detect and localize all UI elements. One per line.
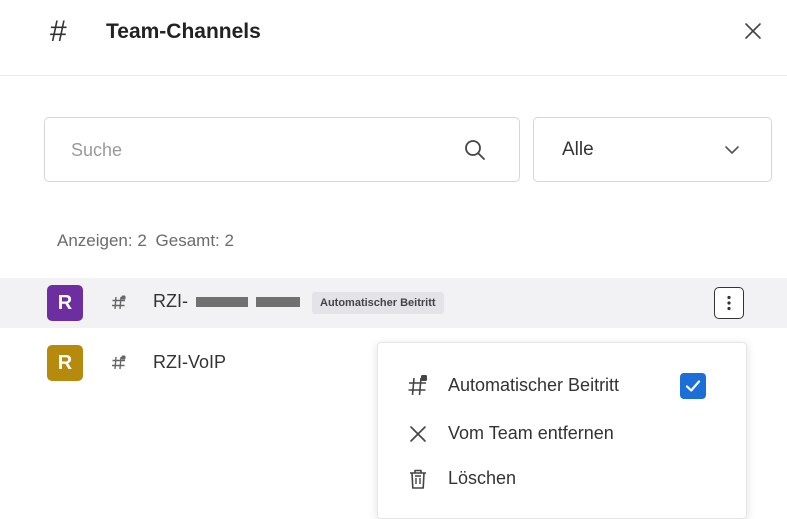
search-input[interactable] — [71, 135, 451, 165]
channel-row[interactable]: R RZI- Automatischer Beitritt — [0, 278, 787, 328]
avatar: R — [47, 285, 83, 321]
redacted-text — [196, 297, 248, 307]
auto-join-badge: Automatischer Beitritt — [312, 292, 444, 314]
channel-name: RZI- — [153, 291, 188, 311]
menu-item-label: Vom Team entfernen — [448, 423, 614, 443]
close-icon — [410, 426, 426, 442]
checkmark-icon — [685, 380, 701, 392]
auto-join-checkbox[interactable] — [680, 373, 706, 399]
channel-icon — [112, 355, 126, 370]
result-counts: Anzeigen: 2 Gesamt: 2 — [57, 231, 238, 251]
close-button[interactable] — [738, 16, 768, 46]
dialog-header: # Team-Channels — [0, 0, 787, 76]
kebab-icon — [727, 295, 731, 311]
channel-icon — [112, 295, 126, 310]
channel-icon — [408, 375, 427, 396]
menu-item-remove-from-team[interactable]: Vom Team entfernen — [378, 414, 748, 454]
menu-item-delete[interactable]: Löschen — [378, 459, 748, 499]
trash-icon — [410, 469, 426, 489]
redacted-text — [256, 297, 300, 307]
dialog-title: Team-Channels — [106, 20, 261, 43]
search-icon[interactable] — [463, 138, 487, 162]
channel-name: RZI-VoIP — [153, 352, 227, 372]
close-icon — [745, 23, 761, 39]
chevron-down-icon — [725, 146, 739, 154]
more-options-button[interactable] — [714, 287, 744, 319]
menu-item-label: Automatischer Beitritt — [448, 375, 620, 395]
channel-context-menu: Automatischer Beitritt Vom Team entferne… — [377, 342, 747, 519]
avatar: R — [47, 345, 83, 381]
shown-count: Anzeigen: 2 — [57, 231, 147, 250]
total-count: Gesamt: 2 — [155, 231, 234, 250]
search-box — [44, 117, 520, 182]
hash-icon: # — [50, 15, 67, 48]
filter-select[interactable]: Alle — [533, 117, 772, 182]
menu-item-label: Löschen — [448, 468, 517, 488]
menu-item-auto-join[interactable]: Automatischer Beitritt — [378, 366, 748, 406]
filter-selected-value: Alle — [562, 139, 594, 160]
